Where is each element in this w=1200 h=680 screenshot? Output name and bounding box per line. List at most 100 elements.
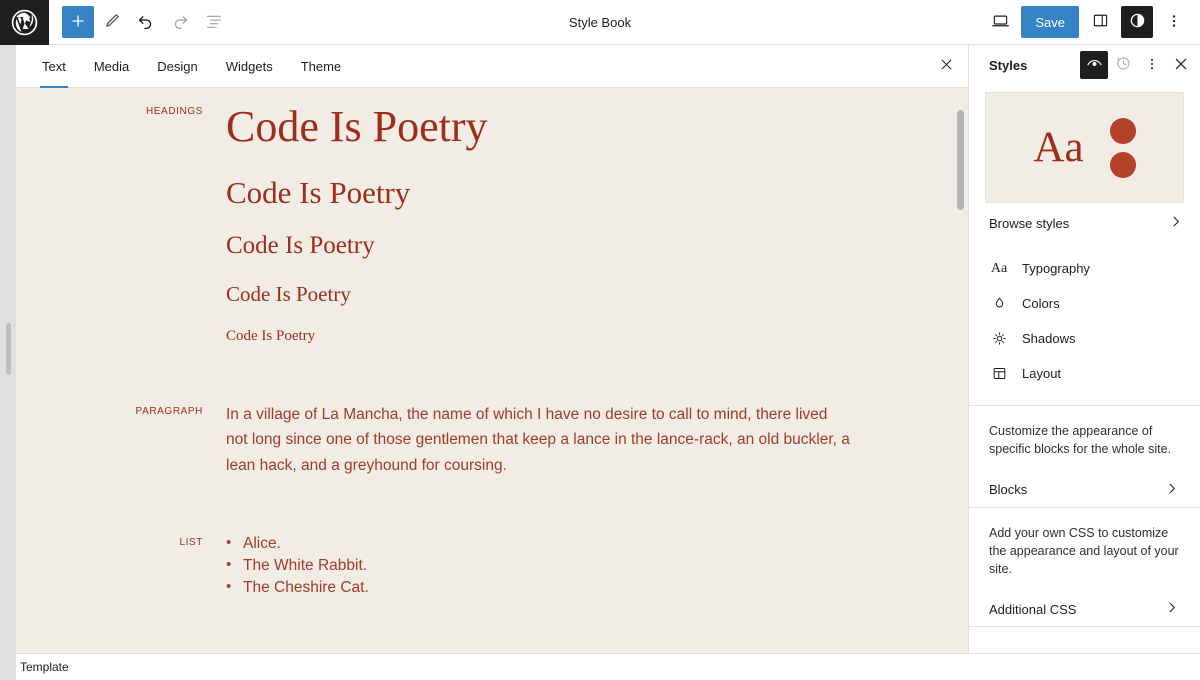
menu-item-shadows[interactable]: Shadows bbox=[969, 321, 1200, 356]
blocks-label: Blocks bbox=[989, 482, 1027, 497]
redo-arrow-icon bbox=[169, 10, 191, 35]
style-book-content: HEADINGS Code Is Poetry Code Is Poetry C… bbox=[16, 88, 968, 599]
eye-icon bbox=[1085, 54, 1104, 76]
styles-sidebar-header: Styles bbox=[969, 45, 1200, 85]
editor-body: Text Media Design Widgets Theme HEADING bbox=[0, 45, 1200, 653]
browse-styles-section: Browse styles bbox=[969, 203, 1200, 243]
section-headings: HEADINGS Code Is Poetry Code Is Poetry C… bbox=[16, 88, 968, 345]
styles-menu-section: Aa Typography Colors bbox=[969, 243, 1200, 406]
list-item: Alice. bbox=[226, 533, 928, 555]
heading-sample-h4: Code Is Poetry bbox=[226, 282, 928, 306]
canvas-resize-handle[interactable] bbox=[6, 323, 11, 375]
undo-button[interactable] bbox=[130, 6, 162, 38]
style-book-tabbar: Text Media Design Widgets Theme bbox=[16, 45, 968, 88]
clock-history-icon bbox=[1114, 54, 1133, 76]
styles-sidebar: Styles bbox=[968, 45, 1200, 653]
heading-sample-h5: Code Is Poetry bbox=[226, 328, 928, 345]
status-bar: Template bbox=[0, 653, 1200, 680]
wordpress-logo-icon bbox=[11, 9, 38, 36]
list-item: The Cheshire Cat. bbox=[226, 577, 928, 599]
save-button[interactable]: Save bbox=[1021, 6, 1079, 38]
style-book-scrollbar[interactable] bbox=[957, 110, 964, 210]
top-toolbar: Style Book Save bbox=[0, 0, 1200, 45]
styles-menu-list: Aa Typography Colors bbox=[969, 243, 1200, 405]
blocks-description: Customize the appearance of specific blo… bbox=[989, 423, 1180, 459]
toolbar-right-tools: Save bbox=[984, 6, 1200, 38]
shadow-sun-icon bbox=[989, 330, 1009, 347]
status-bar-left-pad bbox=[0, 654, 16, 680]
styles-toggle-button[interactable] bbox=[1121, 6, 1153, 38]
three-dots-vertical-icon bbox=[1164, 11, 1184, 34]
list-view-icon bbox=[203, 10, 225, 35]
settings-sidebar-toggle[interactable] bbox=[1084, 6, 1116, 38]
add-block-button[interactable] bbox=[62, 6, 94, 38]
paragraph-sample: In a village of La Mancha, the name of w… bbox=[226, 402, 851, 477]
style-preview-swatches bbox=[1110, 118, 1136, 178]
chevron-right-icon bbox=[1163, 599, 1180, 619]
style-book-panel: Text Media Design Widgets Theme HEADING bbox=[16, 45, 968, 653]
style-preview-card[interactable]: Aa bbox=[985, 92, 1184, 203]
headings-samples: Code Is Poetry Code Is Poetry Code Is Po… bbox=[226, 102, 968, 345]
left-rail bbox=[0, 45, 16, 653]
laptop-icon bbox=[990, 10, 1011, 34]
list-view-button[interactable] bbox=[198, 6, 230, 38]
blocks-section: Customize the appearance of specific blo… bbox=[969, 406, 1200, 508]
tab-text[interactable]: Text bbox=[28, 45, 80, 87]
additional-css-section: Add your own CSS to customize the appear… bbox=[969, 508, 1200, 628]
three-dots-vertical-icon bbox=[1143, 55, 1161, 76]
close-icon bbox=[1173, 56, 1189, 75]
paragraph-sample-wrap: In a village of La Mancha, the name of w… bbox=[226, 402, 968, 477]
contrast-circle-icon bbox=[1127, 10, 1148, 34]
additional-css-description: Add your own CSS to customize the appear… bbox=[989, 525, 1180, 579]
toolbar-left-tools bbox=[49, 6, 230, 38]
wordpress-logo-button[interactable] bbox=[0, 0, 49, 45]
heading-sample-h1: Code Is Poetry bbox=[226, 102, 928, 153]
close-styles-panel-button[interactable] bbox=[1167, 51, 1195, 79]
tab-design[interactable]: Design bbox=[143, 45, 211, 87]
chevron-right-icon bbox=[1167, 213, 1184, 233]
undo-arrow-icon bbox=[135, 10, 157, 35]
menu-item-label: Shadows bbox=[1022, 331, 1075, 346]
section-paragraph: PARAGRAPH In a village of La Mancha, the… bbox=[16, 400, 968, 477]
device-preview-button[interactable] bbox=[984, 6, 1016, 38]
more-options-menu-button[interactable] bbox=[1158, 6, 1190, 38]
menu-item-label: Typography bbox=[1022, 261, 1090, 276]
color-swatch bbox=[1110, 118, 1136, 144]
typography-aa-icon: Aa bbox=[989, 261, 1009, 277]
editor-app: Style Book Save bbox=[0, 0, 1200, 680]
menu-item-typography[interactable]: Aa Typography bbox=[969, 251, 1200, 286]
list-sample: Alice. The White Rabbit. The Cheshire Ca… bbox=[226, 533, 928, 599]
revisions-button[interactable] bbox=[1109, 51, 1137, 79]
chevron-right-icon bbox=[1163, 480, 1180, 500]
pencil-icon bbox=[101, 10, 123, 35]
browse-styles-row[interactable]: Browse styles bbox=[969, 203, 1200, 243]
list-item: The White Rabbit. bbox=[226, 555, 928, 577]
tab-theme[interactable]: Theme bbox=[287, 45, 355, 87]
edit-tool-button[interactable] bbox=[96, 6, 128, 38]
section-label-headings: HEADINGS bbox=[16, 102, 226, 345]
canvas-wrapper: Text Media Design Widgets Theme HEADING bbox=[16, 45, 968, 653]
close-icon bbox=[939, 57, 954, 75]
tab-widgets[interactable]: Widgets bbox=[212, 45, 287, 87]
color-swatch bbox=[1110, 152, 1136, 178]
styles-more-menu-button[interactable] bbox=[1138, 51, 1166, 79]
layout-icon bbox=[989, 365, 1009, 382]
additional-css-row[interactable]: Additional CSS bbox=[989, 592, 1180, 626]
style-book-toggle-button[interactable] bbox=[1080, 51, 1108, 79]
menu-item-label: Colors bbox=[1022, 296, 1060, 311]
color-droplet-icon bbox=[989, 295, 1009, 312]
section-label-paragraph: PARAGRAPH bbox=[16, 402, 226, 477]
blocks-row[interactable]: Blocks bbox=[989, 473, 1180, 507]
style-book-scroll-area[interactable]: HEADINGS Code Is Poetry Code Is Poetry C… bbox=[16, 88, 968, 653]
style-preview-typography-sample: Aa bbox=[1033, 126, 1083, 169]
tab-media[interactable]: Media bbox=[80, 45, 143, 87]
sidebar-panel-icon bbox=[1090, 10, 1111, 34]
menu-item-label: Layout bbox=[1022, 366, 1061, 381]
menu-item-layout[interactable]: Layout bbox=[969, 356, 1200, 391]
menu-item-colors[interactable]: Colors bbox=[969, 286, 1200, 321]
browse-styles-label: Browse styles bbox=[989, 216, 1069, 231]
list-sample-wrap: Alice. The White Rabbit. The Cheshire Ca… bbox=[226, 533, 968, 599]
heading-sample-h3: Code Is Poetry bbox=[226, 232, 928, 261]
close-style-book-button[interactable] bbox=[925, 45, 968, 87]
redo-button[interactable] bbox=[164, 6, 196, 38]
